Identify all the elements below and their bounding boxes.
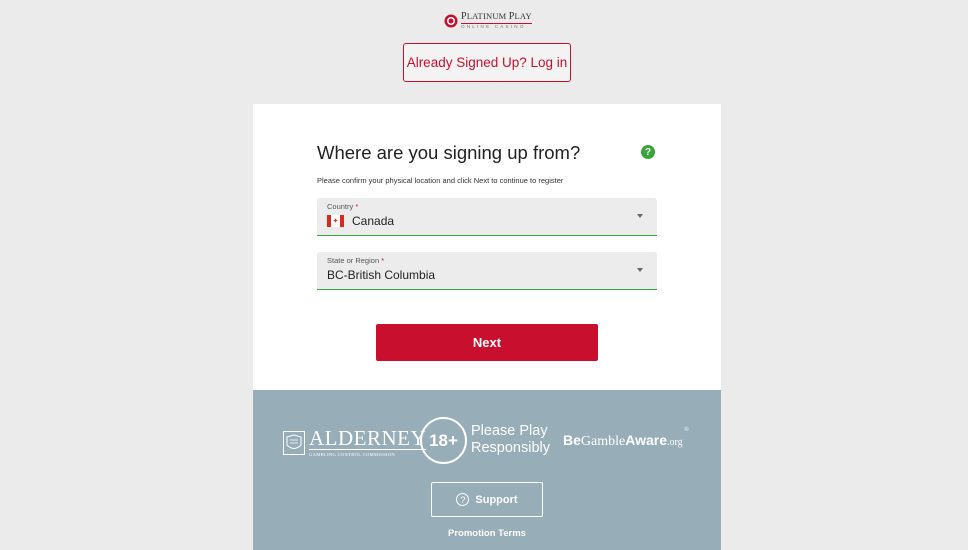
brand-name: PLATINUM PLAY <box>461 11 532 24</box>
page-subtitle: Please confirm your physical location an… <box>317 176 564 185</box>
region-value: BC-British Columbia <box>327 268 436 282</box>
next-button[interactable]: Next <box>376 324 598 361</box>
location-card: Where are you signing up from? ? Please … <box>253 104 721 390</box>
responsible-gambling-text: Please Play Responsibly <box>471 423 550 456</box>
support-button[interactable]: ? Support <box>431 482 543 517</box>
alderney-logo[interactable]: ALDERNEY GAMBLING CONTROL COMMISSION <box>283 426 427 457</box>
chevron-down-icon <box>637 214 643 218</box>
alderney-name: ALDERNEY <box>309 426 427 450</box>
region-select[interactable]: State or Region * BC-British Columbia <box>317 252 657 290</box>
brand-logo[interactable]: PLATINUM PLAY ONLINE CASINO <box>444 12 532 30</box>
country-value: ✦ Canada <box>327 214 394 228</box>
canada-flag-icon: ✦ <box>327 215 344 227</box>
country-select[interactable]: Country * ✦ Canada <box>317 198 657 236</box>
footer: ALDERNEY GAMBLING CONTROL COMMISSION 18+… <box>253 390 721 550</box>
casino-chip-icon <box>444 14 458 28</box>
promotion-terms-link[interactable]: Promotion Terms <box>253 528 721 539</box>
region-label: State or Region * <box>327 256 385 265</box>
help-circle-icon: ? <box>456 493 470 506</box>
page-title: Where are you signing up from? <box>317 142 581 163</box>
chevron-down-icon <box>637 268 643 272</box>
alderney-seal-icon <box>283 430 305 455</box>
brand-tagline: ONLINE CASINO <box>461 24 526 29</box>
age-restriction-badge: 18+ <box>420 417 467 464</box>
brand-wordmark: PLATINUM PLAY ONLINE CASINO <box>461 12 532 30</box>
country-label: Country * <box>327 202 359 211</box>
alderney-subtitle: GAMBLING CONTROL COMMISSION <box>309 452 396 457</box>
login-button[interactable]: Already Signed Up? Log in <box>403 43 571 82</box>
begambleaware-logo[interactable]: BeGambleAware.org ® <box>563 427 689 450</box>
help-icon[interactable]: ? <box>641 145 655 159</box>
country-value-text: Canada <box>352 214 395 228</box>
support-label: Support <box>475 493 518 506</box>
